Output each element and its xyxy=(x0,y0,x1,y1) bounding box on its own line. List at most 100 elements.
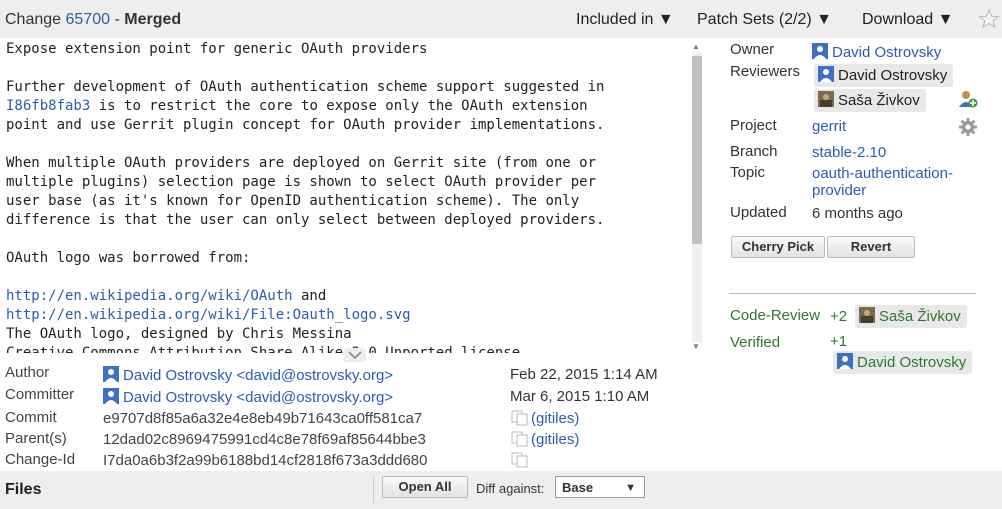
commit-message-text-span: user base (as it's known for OpenID auth… xyxy=(6,193,580,209)
commit-message-line: The OAuth logo, designed by Chris Messin… xyxy=(6,325,604,344)
commit-message-text: Expose extension point for generic OAuth… xyxy=(6,40,604,353)
change-status: Merged xyxy=(124,11,182,28)
gear-icon[interactable] xyxy=(958,117,978,137)
verified-label: Verified xyxy=(730,334,781,351)
branch-link[interactable]: stable-2.10 xyxy=(812,144,886,161)
add-reviewer-icon[interactable] xyxy=(958,89,978,109)
voter-name: David Ostrovsky xyxy=(857,354,967,371)
scroll-down-arrow-icon[interactable]: ▼ xyxy=(692,342,700,351)
topic-line-2: provider xyxy=(812,182,867,199)
diff-against-select[interactable]: Base ▼ xyxy=(555,476,645,498)
project-label: Project xyxy=(730,117,777,134)
diff-against-label: Diff against: xyxy=(476,481,545,496)
reviewer-avatar-icon xyxy=(818,91,834,107)
commit-message-text-span: When multiple OAuth providers are deploy… xyxy=(6,155,597,171)
revert-button[interactable]: Revert xyxy=(827,236,915,258)
commit-message-line: difference is that the user can only sel… xyxy=(6,211,604,230)
updated-label: Updated xyxy=(730,204,787,221)
commit-message-line xyxy=(6,268,604,287)
commit-message-text-span: point and use Gerrit plugin concept for … xyxy=(6,117,605,133)
reviewer-chip[interactable]: David Ostrovsky xyxy=(814,64,954,87)
commit-message-line xyxy=(6,59,604,78)
commit-message-line: When multiple OAuth providers are deploy… xyxy=(6,154,604,173)
parent-gitiles-link[interactable]: (gitiles) xyxy=(531,431,579,448)
author-value[interactable]: David Ostrovsky <david@ostrovsky.org> xyxy=(103,366,393,384)
download-menu[interactable]: Download ▼ xyxy=(862,11,953,29)
change-number-link[interactable]: 65700 xyxy=(66,11,111,28)
commit-message-text-span: OAuth logo was borrowed from: xyxy=(6,250,251,266)
parent-sha: 12dad02c8969475991cd4c8e78f69af85644bbe3 xyxy=(103,431,426,448)
voter-avatar-icon xyxy=(837,353,853,369)
patch-sets-menu[interactable]: Patch Sets (2/2) ▼ xyxy=(697,11,832,29)
commit-message-line: http://en.wikipedia.org/wiki/OAuth and xyxy=(6,287,604,306)
author-link[interactable]: David Ostrovsky <david@ostrovsky.org> xyxy=(123,367,393,384)
included-in-menu[interactable]: Included in ▼ xyxy=(576,11,674,29)
commit-message-link[interactable]: http://en.wikipedia.org/wiki/OAuth xyxy=(6,288,293,304)
committer-value[interactable]: David Ostrovsky <david@ostrovsky.org> xyxy=(103,388,393,406)
commit-message-line: point and use Gerrit plugin concept for … xyxy=(6,116,604,135)
reviewers-label: Reviewers xyxy=(730,63,801,80)
commit-message-link[interactable]: I86fb8fab3 xyxy=(6,98,90,114)
diff-against-value: Base xyxy=(562,480,594,495)
commit-message-text-span: and xyxy=(292,288,327,304)
topic-link[interactable]: oauth-authentication- provider xyxy=(812,165,953,199)
project-link[interactable]: gerrit xyxy=(812,118,846,135)
commit-message-line: multiple plugins) selection page is show… xyxy=(6,173,604,192)
commit-message-text-span: multiple plugins) selection page is show… xyxy=(6,174,597,190)
copy-parent-icon[interactable] xyxy=(511,431,529,447)
verified-score: +1 xyxy=(830,333,848,350)
owner-link[interactable]: David Ostrovsky xyxy=(832,44,941,61)
code-review-score: +2 xyxy=(830,308,848,325)
commit-message: Expose extension point for generic OAuth… xyxy=(0,38,706,353)
updated-value: 6 months ago xyxy=(812,205,903,222)
commit-message-line: http://en.wikipedia.org/wiki/File:Oauth_… xyxy=(6,306,604,325)
copy-change-id-icon[interactable] xyxy=(511,452,529,468)
star-icon[interactable] xyxy=(978,8,1000,30)
commit-gitiles-link[interactable]: (gitiles) xyxy=(531,410,579,427)
commit-message-text-span: Creative Commons Attribution Share Alike… xyxy=(6,345,521,353)
commit-message-line: I86fb8fab3 is to restrict the core to ex… xyxy=(6,97,604,116)
copy-commit-icon[interactable] xyxy=(511,410,529,426)
change-id-value: I7da0a6b3f2a99b6188bd14cf2818f673a3ddd68… xyxy=(103,452,428,469)
owner-avatar-icon xyxy=(812,43,828,59)
commit-message-text-span: difference is that the user can only sel… xyxy=(6,212,605,228)
commit-message-line xyxy=(6,135,604,154)
commit-message-text-span: Further development of OAuth authenticat… xyxy=(6,79,605,95)
code-review-label: Code-Review xyxy=(730,307,821,324)
reviewer-avatar-icon xyxy=(818,66,834,82)
commit-message-line: Further development of OAuth authenticat… xyxy=(6,78,604,97)
expand-message-chevron-icon[interactable] xyxy=(344,348,366,362)
voter-name: Saša Živkov xyxy=(879,308,961,325)
change-title: Change 65700 - Merged xyxy=(5,11,181,29)
scroll-up-arrow-icon[interactable]: ▲ xyxy=(692,42,700,51)
author-avatar-icon xyxy=(103,366,119,382)
cherry-pick-button[interactable]: Cherry Pick xyxy=(731,236,825,258)
owner-value[interactable]: David Ostrovsky xyxy=(812,43,941,61)
chevron-down-icon: ▼ xyxy=(625,482,636,494)
title-separator: - xyxy=(114,11,120,28)
commit-message-line: Expose extension point for generic OAuth… xyxy=(6,40,604,59)
commit-message-link[interactable]: http://en.wikipedia.org/wiki/File:Oauth_… xyxy=(6,307,411,323)
reviewer-name: David Ostrovsky xyxy=(838,67,948,84)
commit-message-line: user base (as it's known for OpenID auth… xyxy=(6,192,604,211)
verified-voter-chip[interactable]: David Ostrovsky xyxy=(833,351,973,374)
code-review-voter-chip[interactable]: Saša Živkov xyxy=(855,305,967,328)
topic-line-1: oauth-authentication- xyxy=(812,165,953,182)
change-header: Change 65700 - Merged Included in ▼ Patc… xyxy=(0,0,1002,38)
commit-message-line: OAuth logo was borrowed from: xyxy=(6,249,604,268)
labels-divider xyxy=(729,293,976,294)
files-title: Files xyxy=(5,481,42,498)
committer-link[interactable]: David Ostrovsky <david@ostrovsky.org> xyxy=(123,389,393,406)
commit-message-scrollbar[interactable]: ▲ ▼ xyxy=(690,42,704,352)
branch-label: Branch xyxy=(730,143,778,160)
commit-message-line: Creative Commons Attribution Share Alike… xyxy=(6,344,604,353)
parents-label: Parent(s) xyxy=(5,430,67,447)
author-date: Feb 22, 2015 1:14 AM xyxy=(510,366,658,383)
open-all-button[interactable]: Open All xyxy=(382,476,468,498)
scrollbar-thumb[interactable] xyxy=(692,56,702,244)
committer-label: Committer xyxy=(5,386,75,403)
commit-label: Commit xyxy=(5,409,57,426)
reviewer-chip[interactable]: Saša Živkov xyxy=(814,89,926,112)
committer-date: Mar 6, 2015 1:10 AM xyxy=(510,388,650,405)
commit-message-text-span: is to restrict the core to expose only t… xyxy=(90,98,588,114)
